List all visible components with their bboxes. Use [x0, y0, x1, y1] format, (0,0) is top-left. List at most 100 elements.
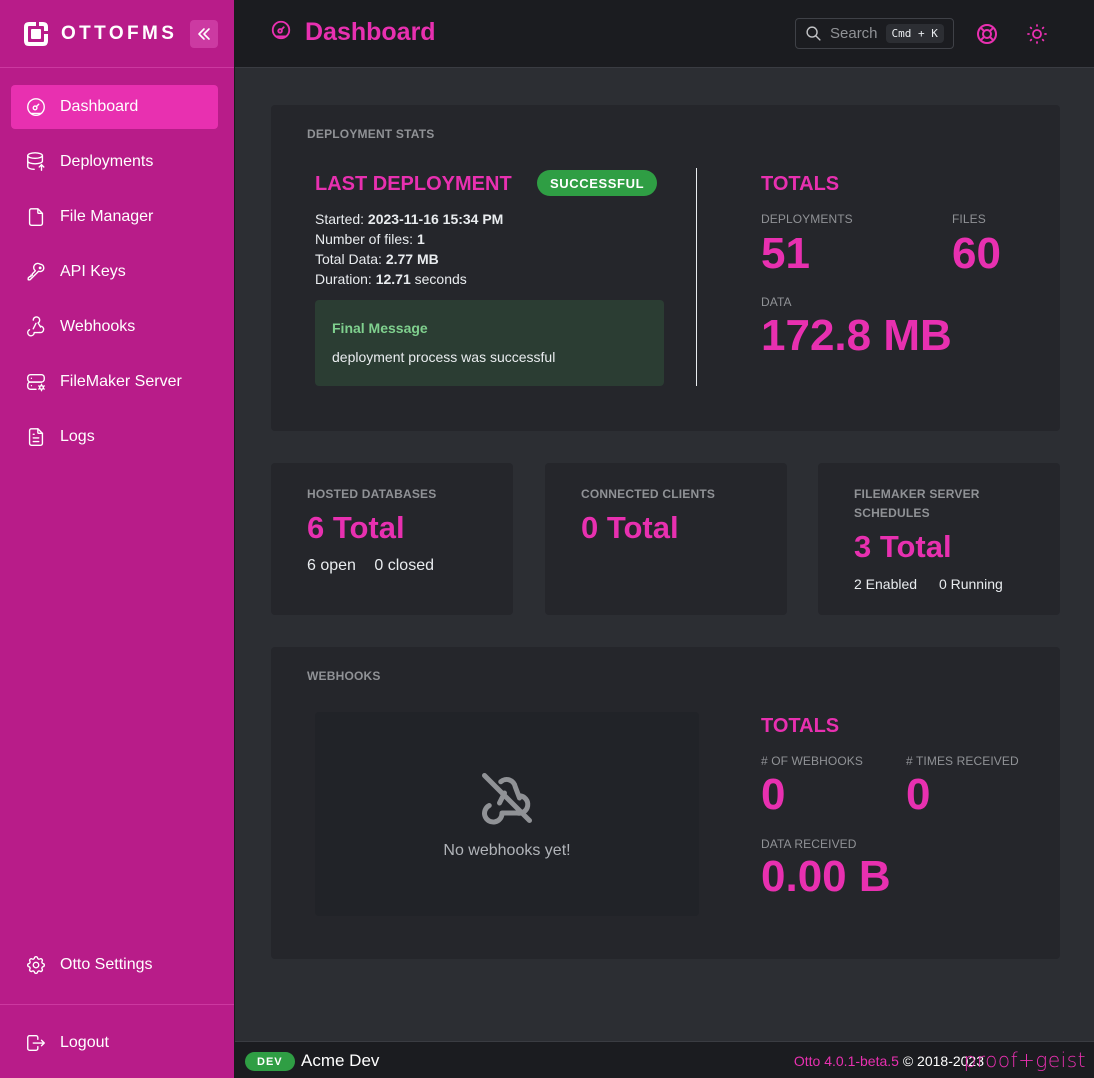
- schedules-label-line1: FILEMAKER SERVER: [854, 487, 980, 501]
- sidebar-bottom: Otto Settings: [11, 943, 218, 998]
- proofgeist-logo[interactable]: proof+geist: [964, 1048, 1086, 1072]
- files-row: Number of files: 1: [315, 229, 503, 249]
- webhook-count-label: # OF WEBHOOKS: [761, 754, 863, 768]
- hosted-databases-breakdown: 6 open 0 closed: [307, 557, 434, 575]
- duration-unit: seconds: [414, 271, 467, 287]
- search-shortcut: Cmd + K: [885, 24, 944, 43]
- sidebar-item-api-keys[interactable]: API Keys: [11, 250, 218, 294]
- sidebar: OTTOFMS Dashboard Deployments File Manag…: [0, 0, 235, 1078]
- webhook-count-value: 0: [761, 770, 786, 819]
- schedules-breakdown: 2 Enabled 0 Running: [854, 576, 1003, 592]
- webhooks-totals-title: TOTALS: [761, 715, 840, 737]
- sidebar-nav: Dashboard Deployments File Manager API K…: [11, 85, 218, 470]
- key-icon: [25, 261, 47, 283]
- top-header: Dashboard Search Cmd + K: [235, 0, 1094, 68]
- sidebar-item-logs[interactable]: Logs: [11, 415, 218, 459]
- server-cog-icon: [25, 371, 47, 393]
- gear-icon: [25, 954, 47, 976]
- sidebar-item-webhooks[interactable]: Webhooks: [11, 305, 218, 349]
- gauge-icon: [270, 19, 292, 46]
- data-total-label: DATA: [761, 295, 792, 309]
- sidebar-item-file-manager[interactable]: File Manager: [11, 195, 218, 239]
- sidebar-item-label: Deployments: [60, 153, 154, 170]
- sidebar-item-dashboard[interactable]: Dashboard: [11, 85, 218, 129]
- started-value: 2023-11-16 15:34 PM: [367, 211, 504, 227]
- duration-value: 12.71: [375, 271, 411, 287]
- sidebar-item-label: Logout: [60, 1034, 109, 1051]
- times-received-value: 0: [906, 770, 931, 819]
- schedules-label-line2: SCHEDULES: [854, 506, 930, 520]
- deployments-label: DEPLOYMENTS: [761, 212, 853, 226]
- sidebar-logout-wrap: Logout: [11, 1021, 218, 1076]
- started-row: Started: 2023-11-16 15:34 PM: [315, 209, 503, 229]
- sidebar-item-label: File Manager: [60, 208, 154, 225]
- lifebuoy-icon[interactable]: [975, 22, 999, 46]
- file-text-icon: [25, 426, 47, 448]
- gauge-icon: [25, 96, 47, 118]
- files-label: Number of files:: [315, 231, 414, 247]
- sidebar-item-filemaker-server[interactable]: FileMaker Server: [11, 360, 218, 404]
- sidebar-item-label: Dashboard: [60, 98, 139, 115]
- status-badge: SUCCESSFUL: [537, 170, 658, 196]
- open-count: 6 open: [307, 557, 356, 574]
- sidebar-item-label: Webhooks: [60, 318, 136, 335]
- sidebar-item-otto-settings[interactable]: Otto Settings: [11, 943, 218, 987]
- webhooks-card: WEBHOOKS No webhooks yet! TOTALS # OF WE…: [271, 647, 1060, 959]
- started-label: Started:: [315, 211, 365, 227]
- data-received-value: 0.00 B: [761, 852, 891, 901]
- connected-clients-label: CONNECTED CLIENTS: [581, 487, 716, 501]
- search-icon: [806, 26, 821, 41]
- deployments-value: 51: [761, 229, 810, 278]
- vertical-divider: [696, 168, 697, 386]
- chevrons-left-icon: [198, 28, 210, 40]
- section-label: WEBHOOKS: [307, 669, 381, 683]
- data-received-label: DATA RECEIVED: [761, 837, 857, 851]
- hosted-databases-label: HOSTED DATABASES: [307, 487, 437, 501]
- schedules-card[interactable]: FILEMAKER SERVER SCHEDULES 3 Total 2 Ena…: [818, 463, 1060, 615]
- search-placeholder: Search: [830, 25, 878, 42]
- files-value: 1: [416, 231, 425, 247]
- hosted-databases-total: 6 Total: [307, 510, 405, 545]
- page-title: Dashboard: [305, 18, 436, 46]
- hosted-databases-card[interactable]: HOSTED DATABASES 6 Total 6 open 0 closed: [271, 463, 513, 615]
- sidebar-divider: [0, 1004, 234, 1005]
- environment-name: Acme Dev: [301, 1051, 380, 1070]
- last-deployment-title: LAST DEPLOYMENT: [315, 173, 512, 195]
- sidebar-item-deployments[interactable]: Deployments: [11, 140, 218, 184]
- connected-clients-card[interactable]: CONNECTED CLIENTS 0 Total: [545, 463, 787, 615]
- empty-text: No webhooks yet!: [443, 842, 571, 859]
- file-icon: [25, 206, 47, 228]
- data-row: Total Data: 2.77 MB: [315, 249, 503, 269]
- webhook-off-icon: [477, 768, 537, 833]
- sidebar-item-label: FileMaker Server: [60, 373, 182, 390]
- times-received-label: # TIMES RECEIVED: [906, 754, 1019, 768]
- sidebar-item-label: Logs: [60, 428, 95, 445]
- ottofms-logo-icon: [21, 19, 51, 49]
- closed-count: 0 closed: [374, 557, 434, 574]
- brand-name: OTTOFMS: [61, 22, 178, 44]
- data-total-value: 172.8 MB: [761, 311, 952, 360]
- version-link[interactable]: Otto 4.0.1-beta.5: [794, 1053, 899, 1069]
- database-upload-icon: [25, 151, 47, 173]
- duration-label: Duration:: [315, 271, 372, 287]
- data-label: Total Data:: [315, 251, 382, 267]
- sidebar-item-label: API Keys: [60, 263, 126, 280]
- page-title-wrap: Dashboard: [270, 18, 436, 47]
- files-total-label: FILES: [952, 212, 986, 226]
- final-message-text: deployment process was successful: [332, 349, 556, 365]
- deployment-stats-card: DEPLOYMENT STATS LAST DEPLOYMENT SUCCESS…: [271, 105, 1060, 431]
- section-label: DEPLOYMENT STATS: [307, 127, 435, 141]
- sun-icon[interactable]: [1025, 22, 1049, 46]
- data-value: 2.77 MB: [385, 251, 439, 267]
- logout-button[interactable]: Logout: [11, 1021, 218, 1065]
- search-button[interactable]: Search Cmd + K: [795, 18, 954, 49]
- duration-row: Duration: 12.71 seconds: [315, 269, 503, 289]
- collapse-sidebar-button[interactable]: [190, 20, 218, 48]
- version-info: Otto 4.0.1-beta.5 © 2018-2023: [794, 1053, 984, 1069]
- final-message-title: Final Message: [332, 320, 428, 336]
- schedules-total: 3 Total: [854, 529, 952, 564]
- sidebar-item-label: Otto Settings: [60, 956, 153, 973]
- webhooks-empty-state: No webhooks yet!: [315, 712, 699, 916]
- schedules-label: FILEMAKER SERVER SCHEDULES: [854, 485, 980, 523]
- environment-badge: DEV: [245, 1052, 295, 1071]
